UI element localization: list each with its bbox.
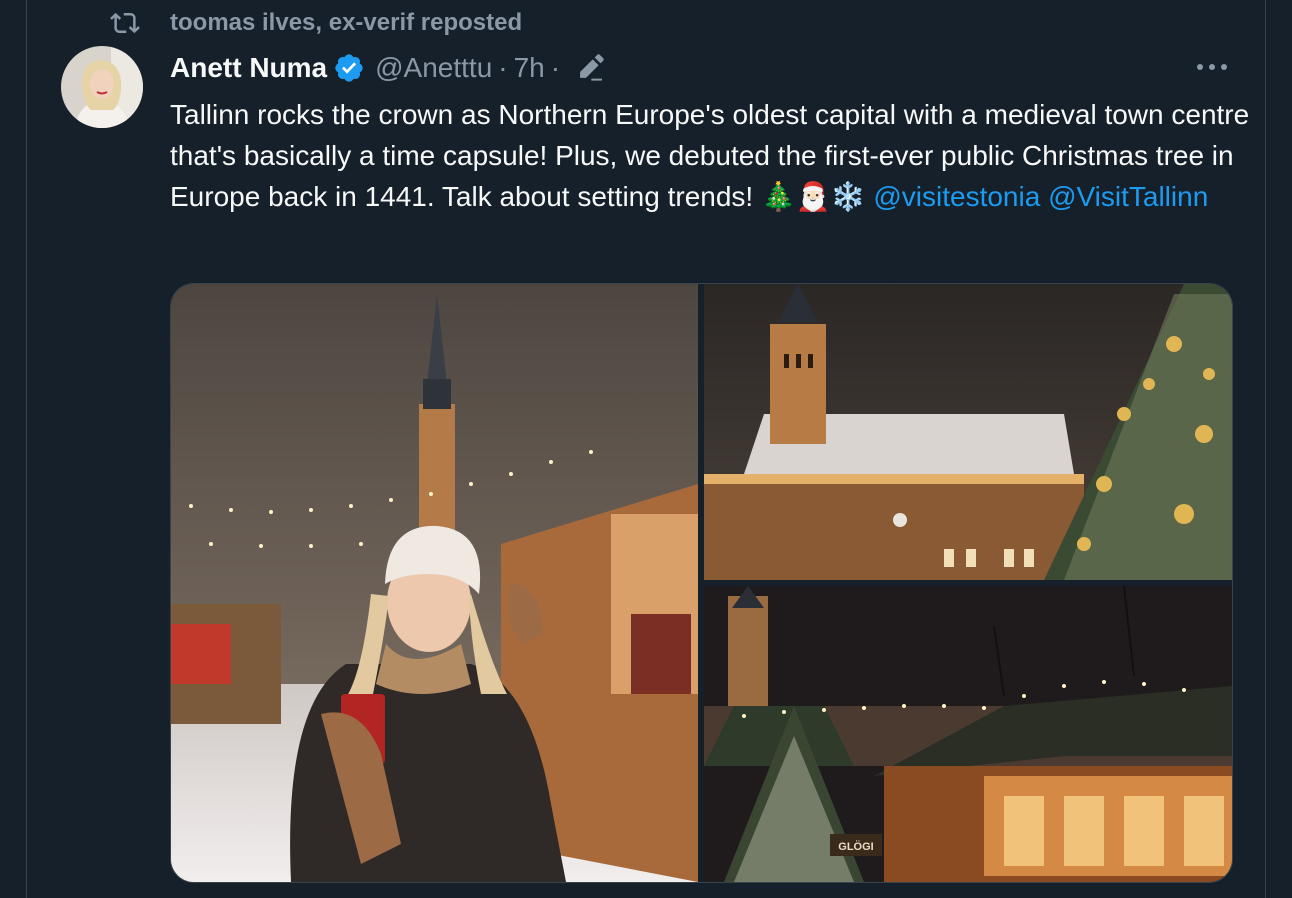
verified-badge-icon[interactable] <box>333 52 365 84</box>
repost-icon <box>110 12 140 34</box>
town-hall-christmas-tree-photo[interactable] <box>704 284 1232 580</box>
separator-dot: · <box>498 52 508 83</box>
media-grid: GLÖGI <box>170 283 1233 883</box>
mention-visittallinn[interactable]: @VisitTallinn <box>1048 181 1208 212</box>
more-options-button[interactable] <box>1194 52 1230 82</box>
author-handle[interactable]: @Anetttu <box>375 52 492 84</box>
repost-context[interactable]: toomas ilves, ex-verif reposted <box>110 6 522 40</box>
separator-dot-2: · <box>550 52 561 83</box>
woman-christmas-market-photo[interactable] <box>171 284 698 882</box>
edit-pencil-icon[interactable] <box>574 52 606 84</box>
more-options-icon <box>1197 64 1227 70</box>
post-header: Anett Numa @Anetttu · 7h · <box>170 48 606 88</box>
post-text: Tallinn rocks the crown as Northern Euro… <box>170 94 1250 217</box>
avatar[interactable] <box>61 46 143 128</box>
repost-text: toomas ilves, ex-verif reposted <box>170 9 523 36</box>
post-time[interactable]: 7h <box>514 52 545 84</box>
market-stalls-night-photo[interactable]: GLÖGI <box>704 586 1232 882</box>
author-name[interactable]: Anett Numa <box>170 52 327 84</box>
mention-visitestonia[interactable]: @visitestonia <box>873 181 1040 212</box>
glogi-sign-text: GLÖGI <box>838 840 873 853</box>
